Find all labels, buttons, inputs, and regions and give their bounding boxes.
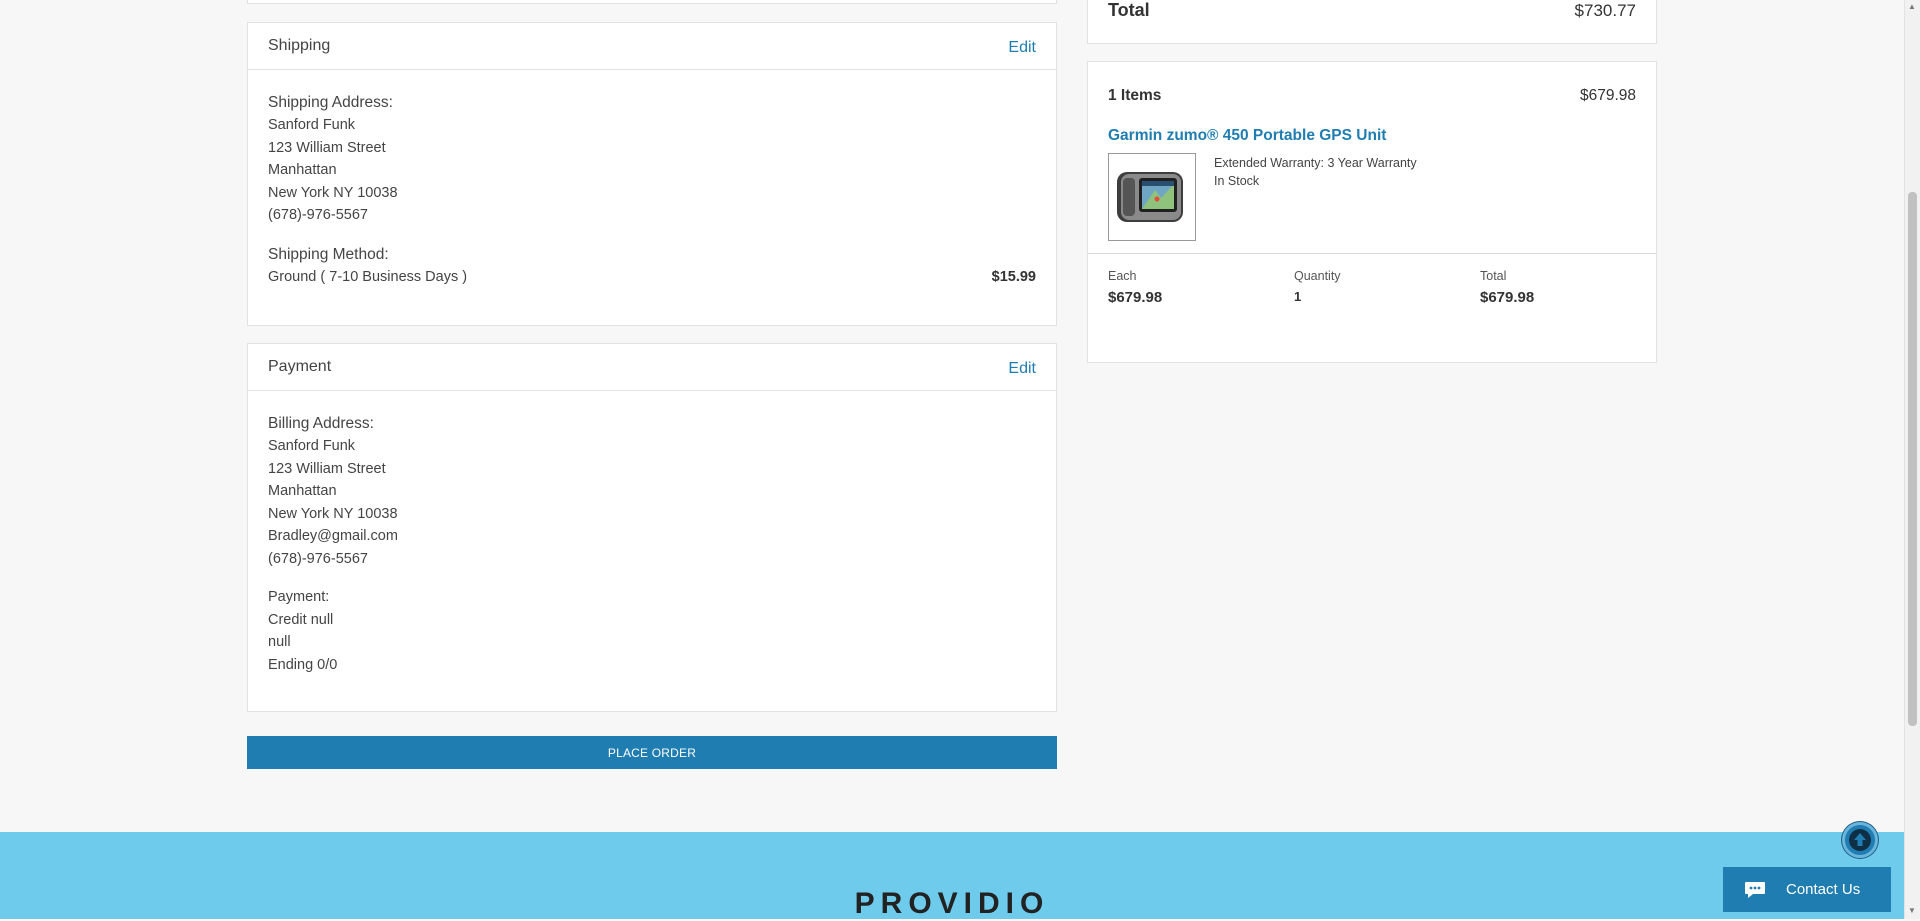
payment-title: Payment: [268, 358, 332, 375]
product-warranty: Extended Warranty: 3 Year Warranty: [1214, 156, 1417, 170]
shipping-address-heading: Shipping Address:: [268, 94, 393, 111]
payment-card-ending: Ending 0/0: [268, 657, 338, 673]
shipping-panel-header: Shipping Edit: [248, 23, 1056, 70]
each-value: $679.98: [1108, 289, 1163, 306]
payment-panel: Payment Edit Billing Address: Sanford Fu…: [247, 343, 1057, 712]
billing-address-state-zip: New York NY 10038: [268, 506, 398, 522]
billing-address-name: Sanford Funk: [268, 438, 356, 454]
billing-address-heading: Billing Address:: [268, 415, 374, 432]
gps-device-image: [1117, 172, 1183, 222]
page-scrollbar[interactable]: ▲ ▼: [1904, 0, 1920, 919]
billing-address-phone: (678)-976-5567: [268, 551, 368, 567]
scrollbar-thumb[interactable]: [1908, 192, 1917, 726]
shipping-method-price: $15.99: [991, 269, 1036, 285]
shipping-edit-link[interactable]: Edit: [1008, 39, 1036, 57]
shipping-address-state-zip: New York NY 10038: [268, 185, 398, 201]
billing-address-city: Manhattan: [268, 483, 337, 499]
shipping-title: Shipping: [268, 37, 331, 54]
order-total-label: Total: [1108, 0, 1150, 20]
line-total-value: $679.98: [1480, 289, 1535, 306]
billing-address-street: 123 William Street: [268, 461, 386, 477]
shipping-address-phone: (678)-976-5567: [268, 207, 368, 223]
shipping-panel: Shipping Edit Shipping Address: Sanford …: [247, 22, 1057, 326]
scroll-up-arrow-icon[interactable]: ▲: [1908, 2, 1916, 11]
contact-us-button[interactable]: Contact Us: [1723, 867, 1891, 912]
product-stock-status: In Stock: [1214, 174, 1260, 188]
cart-panel: 1 Items $679.98 Garmin zumo® 450 Portabl…: [1087, 61, 1657, 363]
previous-panel-edge: [247, 0, 1057, 4]
order-total-value: $730.77: [1574, 1, 1636, 20]
shipping-address-city: Manhattan: [268, 162, 337, 178]
cart-item-count: 1 Items: [1108, 87, 1162, 104]
shipping-address-name: Sanford Funk: [268, 117, 356, 133]
cart-subtotal: $679.98: [1579, 87, 1636, 104]
arrow-up-icon: [1849, 829, 1871, 851]
cart-divider: [1088, 253, 1656, 254]
payment-panel-header: Payment Edit: [248, 344, 1056, 391]
shipping-method-name: Ground ( 7-10 Business Days ): [268, 269, 468, 285]
product-link[interactable]: Garmin zumo® 450 Portable GPS Unit: [1108, 127, 1386, 145]
payment-edit-link[interactable]: Edit: [1008, 360, 1036, 378]
site-footer: PROVIDIO: [0, 832, 1904, 920]
payment-card-type: Credit null: [268, 612, 334, 628]
chat-bubble-icon: [1745, 882, 1765, 898]
line-total-label: Total: [1480, 269, 1507, 283]
billing-address-email: Bradley@gmail.com: [268, 528, 398, 544]
quantity-label: Quantity: [1294, 269, 1341, 283]
shipping-address-street: 123 William Street: [268, 140, 386, 156]
shipping-method-heading: Shipping Method:: [268, 246, 389, 263]
place-order-button[interactable]: PLACE ORDER: [247, 736, 1057, 769]
contact-us-label: Contact Us: [1786, 881, 1861, 898]
order-total-panel: Total $730.77: [1087, 0, 1657, 44]
product-thumbnail[interactable]: [1108, 153, 1196, 241]
quantity-value: 1: [1294, 289, 1302, 304]
scroll-down-arrow-icon[interactable]: ▼: [1908, 906, 1916, 915]
scroll-to-top-button[interactable]: [1842, 822, 1878, 858]
payment-card-name: null: [268, 634, 291, 650]
footer-brand-logo: PROVIDIO: [854, 887, 1050, 920]
each-label: Each: [1108, 269, 1137, 283]
payment-method-heading: Payment:: [268, 589, 330, 605]
